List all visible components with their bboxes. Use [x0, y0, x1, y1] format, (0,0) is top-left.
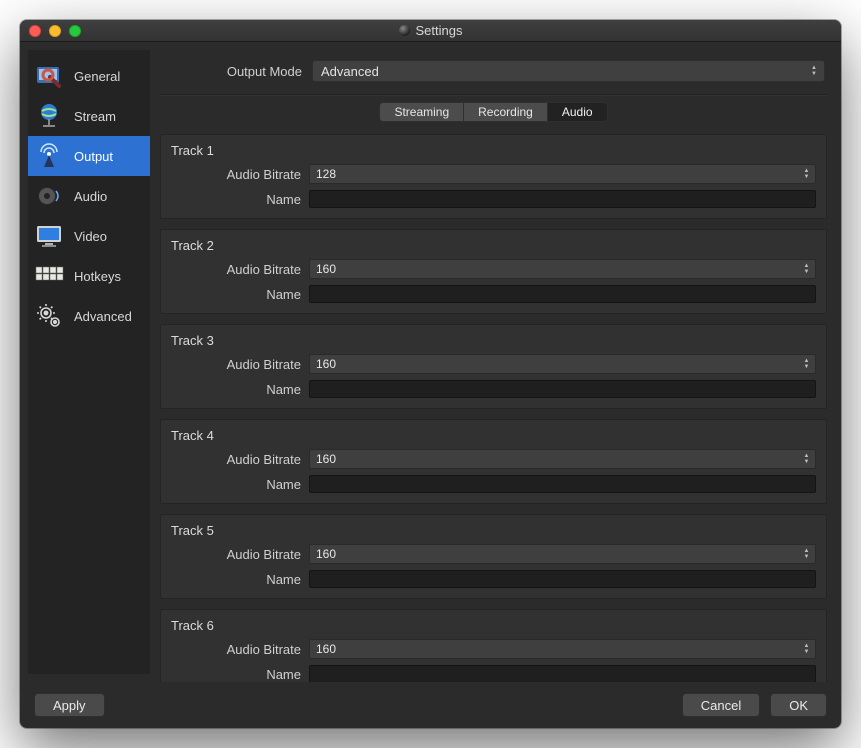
sidebar-item-advanced[interactable]: Advanced — [28, 296, 150, 336]
chevron-up-down-icon: ▲▼ — [801, 357, 812, 371]
window-close-button[interactable] — [29, 25, 41, 37]
settings-main: Output Mode Advanced ▲▼ Streaming Record… — [150, 42, 841, 682]
tab-audio[interactable]: Audio — [547, 102, 608, 122]
audio-bitrate-select[interactable]: 128 ▲▼ — [309, 164, 816, 184]
window-minimize-button[interactable] — [49, 25, 61, 37]
sidebar-item-label: Video — [74, 229, 107, 244]
sidebar-item-label: Audio — [74, 189, 107, 204]
settings-sidebar: General Stream — [20, 42, 150, 682]
audio-bitrate-select[interactable]: 160 ▲▼ — [309, 354, 816, 374]
divider — [160, 94, 827, 96]
tab-streaming[interactable]: Streaming — [379, 102, 464, 122]
track-name-input[interactable] — [309, 285, 816, 303]
monitor-icon — [34, 221, 64, 251]
audio-bitrate-label: Audio Bitrate — [171, 357, 301, 372]
chevron-up-down-icon: ▲▼ — [801, 642, 812, 656]
track-group: Track 1 Audio Bitrate 128 ▲▼ Name — [160, 134, 827, 219]
keyboard-icon — [34, 261, 64, 291]
track-name-input[interactable] — [309, 380, 816, 398]
settings-window: Settings General — [20, 20, 841, 728]
track-title: Track 1 — [171, 143, 816, 158]
track-title: Track 5 — [171, 523, 816, 538]
track-name-label: Name — [171, 477, 301, 492]
audio-bitrate-select[interactable]: 160 ▲▼ — [309, 259, 816, 279]
sidebar-item-video[interactable]: Video — [28, 216, 150, 256]
track-title: Track 2 — [171, 238, 816, 253]
chevron-up-down-icon: ▲▼ — [801, 452, 812, 466]
tab-recording[interactable]: Recording — [463, 102, 548, 122]
sidebar-item-hotkeys[interactable]: Hotkeys — [28, 256, 150, 296]
audio-bitrate-value: 160 — [316, 642, 336, 656]
track-name-input[interactable] — [309, 475, 816, 493]
ok-button[interactable]: OK — [770, 693, 827, 717]
window-title: Settings — [416, 23, 463, 38]
output-mode-value: Advanced — [321, 64, 379, 79]
audio-bitrate-select[interactable]: 160 ▲▼ — [309, 639, 816, 659]
audio-bitrate-label: Audio Bitrate — [171, 547, 301, 562]
cancel-button[interactable]: Cancel — [682, 693, 760, 717]
audio-bitrate-label: Audio Bitrate — [171, 452, 301, 467]
audio-bitrate-label: Audio Bitrate — [171, 167, 301, 182]
track-name-label: Name — [171, 572, 301, 587]
output-mode-select[interactable]: Advanced ▲▼ — [312, 60, 825, 82]
audio-bitrate-label: Audio Bitrate — [171, 262, 301, 277]
sidebar-item-label: General — [74, 69, 120, 84]
antenna-icon — [34, 141, 64, 171]
sidebar-item-general[interactable]: General — [28, 56, 150, 96]
sidebar-item-label: Advanced — [74, 309, 132, 324]
wrench-icon — [34, 61, 64, 91]
sidebar-item-label: Hotkeys — [74, 269, 121, 284]
track-group: Track 6 Audio Bitrate 160 ▲▼ Name — [160, 609, 827, 682]
audio-bitrate-value: 160 — [316, 547, 336, 561]
gears-icon — [34, 301, 64, 331]
track-name-input[interactable] — [309, 570, 816, 588]
chevron-up-down-icon: ▲▼ — [801, 262, 812, 276]
track-group: Track 5 Audio Bitrate 160 ▲▼ Name — [160, 514, 827, 599]
sidebar-item-label: Stream — [74, 109, 116, 124]
output-tabs: Streaming Recording Audio — [160, 102, 827, 122]
audio-bitrate-select[interactable]: 160 ▲▼ — [309, 544, 816, 564]
sidebar-item-stream[interactable]: Stream — [28, 96, 150, 136]
chevron-up-down-icon: ▲▼ — [801, 547, 812, 561]
audio-bitrate-label: Audio Bitrate — [171, 642, 301, 657]
window-maximize-button[interactable] — [69, 25, 81, 37]
track-group: Track 2 Audio Bitrate 160 ▲▼ Name — [160, 229, 827, 314]
track-title: Track 4 — [171, 428, 816, 443]
output-mode-label: Output Mode — [162, 64, 302, 79]
app-icon — [399, 25, 410, 36]
chevron-up-down-icon: ▲▼ — [808, 63, 820, 79]
globe-icon — [34, 101, 64, 131]
speaker-icon — [34, 181, 64, 211]
sidebar-item-output[interactable]: Output — [28, 136, 150, 176]
audio-bitrate-value: 160 — [316, 452, 336, 466]
audio-bitrate-select[interactable]: 160 ▲▼ — [309, 449, 816, 469]
audio-bitrate-value: 160 — [316, 357, 336, 371]
track-name-label: Name — [171, 667, 301, 682]
dialog-footer: Apply Cancel OK — [20, 682, 841, 728]
track-name-input[interactable] — [309, 665, 816, 682]
audio-bitrate-value: 160 — [316, 262, 336, 276]
sidebar-item-audio[interactable]: Audio — [28, 176, 150, 216]
track-group: Track 4 Audio Bitrate 160 ▲▼ Name — [160, 419, 827, 504]
chevron-up-down-icon: ▲▼ — [801, 167, 812, 181]
track-name-input[interactable] — [309, 190, 816, 208]
apply-button[interactable]: Apply — [34, 693, 105, 717]
track-title: Track 3 — [171, 333, 816, 348]
audio-bitrate-value: 128 — [316, 167, 336, 181]
track-name-label: Name — [171, 287, 301, 302]
titlebar: Settings — [20, 20, 841, 42]
track-name-label: Name — [171, 382, 301, 397]
track-group: Track 3 Audio Bitrate 160 ▲▼ Name — [160, 324, 827, 409]
track-name-label: Name — [171, 192, 301, 207]
track-title: Track 6 — [171, 618, 816, 633]
sidebar-item-label: Output — [74, 149, 113, 164]
